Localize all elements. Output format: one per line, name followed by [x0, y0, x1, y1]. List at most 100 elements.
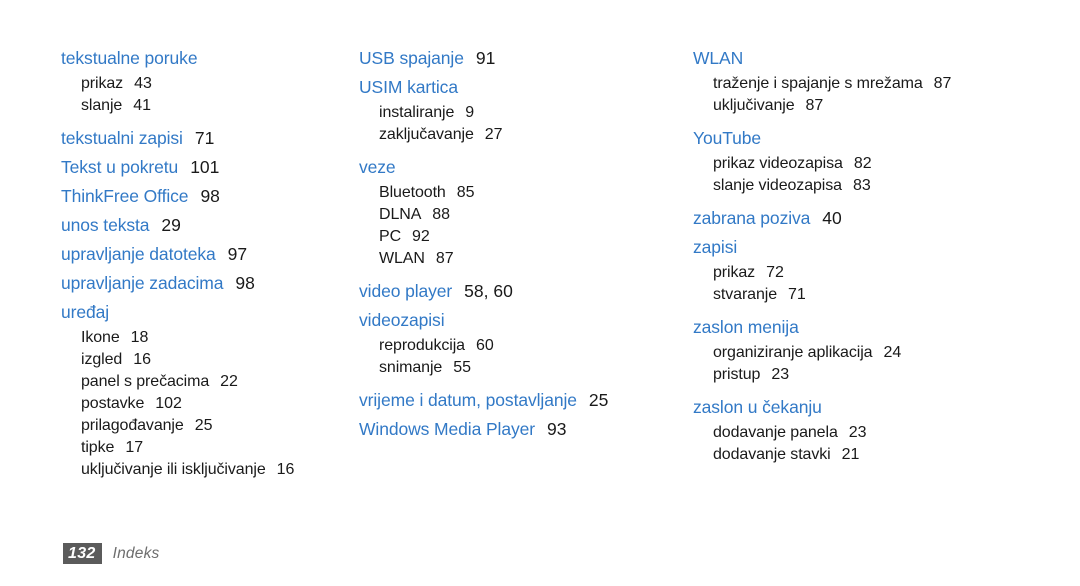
index-entry-page-number: 97: [227, 244, 248, 264]
index-entry-sub[interactable]: stvaranje 71: [693, 284, 1020, 306]
index-group: upravljanje zadacima 98: [61, 269, 330, 298]
index-entry-sub[interactable]: prilagođavanje 25: [61, 415, 330, 437]
index-entry-label: tekstualni zapisi: [61, 128, 183, 148]
index-entry-main[interactable]: veze: [359, 153, 662, 182]
index-group: zapisi prikaz 72 stvaranje 71: [693, 233, 1020, 306]
index-entry-main[interactable]: YouTube: [693, 124, 1020, 153]
index-entry-sub[interactable]: postavke 102: [61, 393, 330, 415]
index-entry-label: stvaranje: [713, 286, 778, 303]
index-entry-sub[interactable]: prikaz 43: [61, 73, 330, 95]
index-entry-sub[interactable]: Bluetooth 85: [359, 182, 662, 204]
index-entry-sub[interactable]: DLNA 88: [359, 204, 662, 226]
index-entry-label: zaslon u čekanju: [693, 397, 822, 417]
index-entry-main[interactable]: tekstualni zapisi 71: [61, 124, 330, 153]
index-entry-label: dodavanje stavki: [713, 446, 831, 463]
index-entry-page-number: 87: [435, 250, 454, 267]
index-entry-label: DLNA: [379, 206, 422, 223]
index-entry-sub[interactable]: Ikone 18: [61, 327, 330, 349]
index-entry-sub[interactable]: prikaz 72: [693, 262, 1020, 284]
index-entry-main[interactable]: vrijeme i datum, postavljanje 25: [359, 386, 662, 415]
index-entry-main[interactable]: upravljanje zadacima 98: [61, 269, 330, 298]
index-entry-sub[interactable]: dodavanje stavki 21: [693, 444, 1020, 466]
index-entry-main[interactable]: upravljanje datoteka 97: [61, 240, 330, 269]
index-entry-main[interactable]: tekstualne poruke: [61, 44, 330, 73]
index-entry-main[interactable]: zapisi: [693, 233, 1020, 262]
index-entry-label: tekstualne poruke: [61, 48, 198, 68]
index-entry-label: izgled: [81, 351, 123, 368]
index-group: Windows Media Player 93: [359, 415, 662, 444]
index-entry-page-number: 87: [933, 75, 952, 92]
index-entry-page-number: 93: [546, 419, 567, 439]
index-entry-label: USIM kartica: [359, 77, 458, 97]
index-entry-main[interactable]: uređaj: [61, 298, 330, 327]
index-entry-label: Tekst u pokretu: [61, 157, 179, 177]
index-group: zaslon u čekanju dodavanje panela 23 dodava…: [693, 386, 1020, 466]
index-entry-sub[interactable]: tipke 17: [61, 437, 330, 459]
index-entry-page-number: 101: [190, 157, 220, 177]
index-entry-sub[interactable]: uključivanje 87: [693, 95, 1020, 117]
index-entry-label: upravljanje datoteka: [61, 244, 216, 264]
index-entry-page-number: 23: [771, 366, 790, 383]
index-entry-main[interactable]: unos teksta 29: [61, 211, 330, 240]
index-entry-page-number: 9: [465, 104, 475, 121]
index-entry-label: PC: [379, 228, 402, 245]
index-entry-sub[interactable]: izgled 16: [61, 349, 330, 371]
index-entry-sub[interactable]: zaključavanje 27: [359, 124, 662, 146]
index-group: videozapisi reprodukcija 60 snimanje 55: [359, 306, 662, 379]
index-entry-sub[interactable]: instaliranje 9: [359, 102, 662, 124]
index-columns-container: tekstualne poruke prikaz 43 slanje 41 tekstua…: [0, 44, 1080, 481]
index-entry-sub[interactable]: uključivanje ili isključivanje 16: [61, 459, 330, 481]
index-entry-sub[interactable]: WLAN 87: [359, 248, 662, 270]
index-entry-label: prilagođavanje: [81, 417, 184, 434]
index-group: video player 58, 60: [359, 270, 662, 306]
index-entry-label: zaslon menija: [693, 317, 799, 337]
index-entry-page-number: 82: [853, 155, 872, 172]
index-entry-sub[interactable]: dodavanje panela 23: [693, 422, 1020, 444]
index-entry-label: prikaz videozapisa: [713, 155, 843, 172]
index-entry-main[interactable]: zaslon u čekanju: [693, 393, 1020, 422]
index-entry-sub[interactable]: slanje 41: [61, 95, 330, 117]
index-entry-main[interactable]: WLAN: [693, 44, 1020, 73]
index-group: unos teksta 29: [61, 211, 330, 240]
index-entry-sub[interactable]: panel s prečacima 22: [61, 371, 330, 393]
index-entry-page-number: 60: [475, 337, 494, 354]
index-entry-label: slanje videozapisa: [713, 177, 842, 194]
index-entry-sub[interactable]: pristup 23: [693, 364, 1020, 386]
index-entry-main[interactable]: USB spajanje 91: [359, 44, 662, 73]
index-entry-main[interactable]: USIM kartica: [359, 73, 662, 102]
index-entry-label: postavke: [81, 395, 145, 412]
index-entry-page-number: 102: [155, 395, 182, 412]
index-group: Tekst u pokretu 101: [61, 153, 330, 182]
index-entry-label: uključivanje ili isključivanje: [81, 461, 266, 478]
index-entry-main[interactable]: ThinkFree Office 98: [61, 182, 330, 211]
page-footer: 132 Indeks: [63, 543, 159, 564]
index-group: zaslon menija organiziranje aplikacija 24 p…: [693, 306, 1020, 386]
index-entry-main[interactable]: video player 58, 60: [359, 277, 662, 306]
index-entry-main[interactable]: zaslon menija: [693, 313, 1020, 342]
index-entry-main[interactable]: zabrana poziva 40: [693, 204, 1020, 233]
index-group: USB spajanje 91: [359, 44, 662, 73]
index-entry-label: tipke: [81, 439, 115, 456]
index-entry-label: prikaz: [81, 75, 124, 92]
index-entry-page-number: 22: [220, 373, 238, 390]
index-entry-label: uključivanje: [713, 97, 795, 114]
index-group: tekstualne poruke prikaz 43 slanje 41: [61, 44, 330, 117]
index-entry-sub[interactable]: reprodukcija 60: [359, 335, 662, 357]
index-entry-page-number: 88: [432, 206, 451, 223]
index-entry-sub[interactable]: snimanje 55: [359, 357, 662, 379]
index-entry-main[interactable]: videozapisi: [359, 306, 662, 335]
index-entry-page-number: 21: [841, 446, 860, 463]
index-entry-label: snimanje: [379, 359, 443, 376]
index-entry-page-number: 55: [453, 359, 472, 376]
index-entry-sub[interactable]: slanje videozapisa 83: [693, 175, 1020, 197]
index-entry-page-number: 91: [475, 48, 496, 68]
index-entry-main[interactable]: Tekst u pokretu 101: [61, 153, 330, 182]
index-entry-sub[interactable]: prikaz videozapisa 82: [693, 153, 1020, 175]
index-entry-main[interactable]: Windows Media Player 93: [359, 415, 662, 444]
index-group: vrijeme i datum, postavljanje 25: [359, 379, 662, 415]
index-entry-sub[interactable]: traženje i spajanje s mrežama 87: [693, 73, 1020, 95]
index-entry-label: reprodukcija: [379, 337, 465, 354]
index-entry-sub[interactable]: PC 92: [359, 226, 662, 248]
index-entry-sub[interactable]: organiziranje aplikacija 24: [693, 342, 1020, 364]
index-group: YouTube prikaz videozapisa 82 slanje videoz…: [693, 117, 1020, 197]
